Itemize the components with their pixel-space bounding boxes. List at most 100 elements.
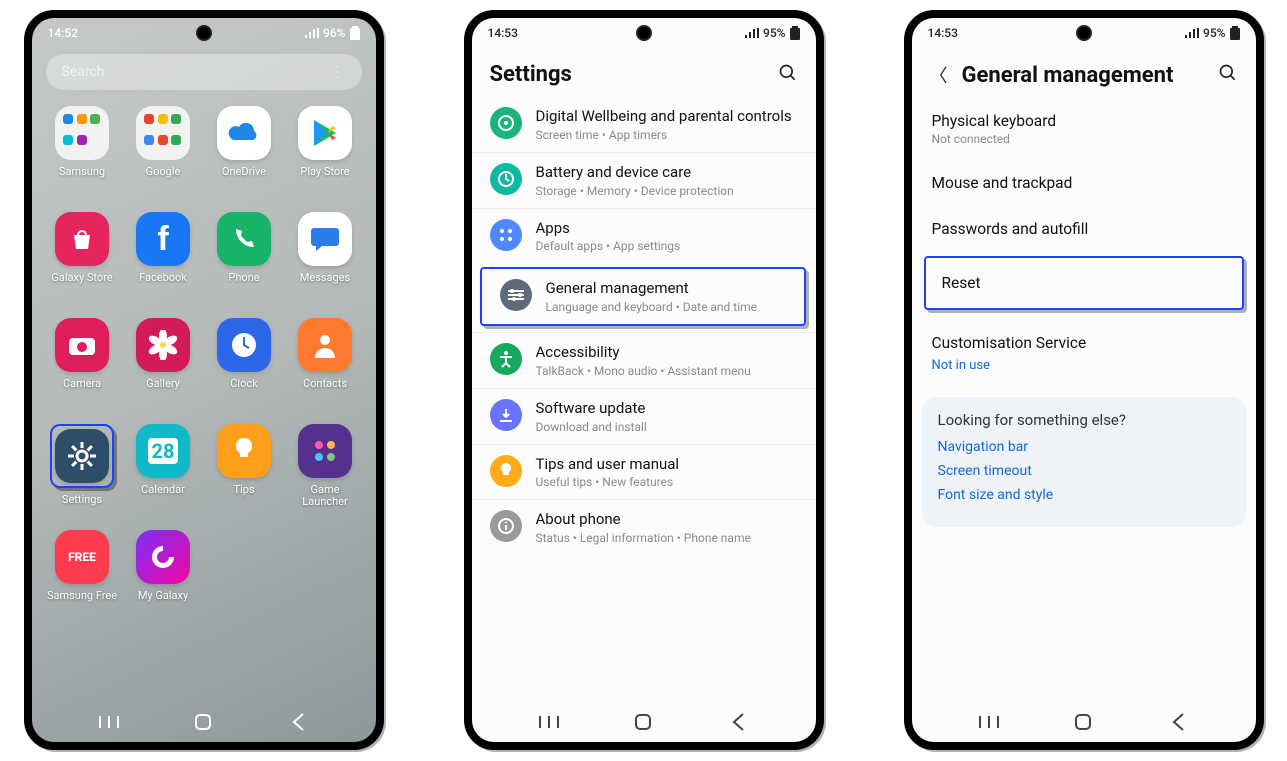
row-subtitle: Not connected: [932, 132, 1236, 146]
settings-list: Physical keyboard Not connected Mouse and …: [912, 98, 1256, 702]
row-subtitle: Status • Legal information • Phone name: [536, 531, 798, 545]
phone-general-management: 14:53 95% 〈 General management: [904, 10, 1264, 750]
row-title: Battery and device care: [536, 163, 798, 182]
status-battery: 95%: [763, 26, 785, 40]
search-icon[interactable]: [1218, 63, 1238, 87]
app-messages[interactable]: Messages: [287, 212, 364, 312]
search-icon[interactable]: [778, 63, 798, 87]
settings-row-apps[interactable]: AppsDefault apps • App settings: [472, 208, 816, 264]
settings-row-sliders[interactable]: General managementLanguage and keyboard …: [480, 267, 806, 326]
gm-row-physical-keyboard[interactable]: Physical keyboard Not connected: [912, 98, 1256, 160]
phone-settings: 14:53 95% Settings Digital Wellbeing: [464, 10, 824, 750]
app-label: Samsung: [59, 166, 105, 178]
settings-header: 〈 General management: [912, 48, 1256, 98]
status-time: 14:52: [48, 26, 78, 40]
app-game-launcher[interactable]: Game Launcher: [287, 424, 364, 524]
care-icon: [490, 163, 522, 195]
suggestion-link[interactable]: Navigation bar: [938, 439, 1230, 455]
battery-icon: [1230, 26, 1240, 40]
app-contacts[interactable]: Contacts: [287, 318, 364, 418]
settings-row-care[interactable]: Battery and device care Storage • Memory …: [472, 152, 816, 208]
battery-icon: [790, 26, 800, 40]
app-label: My Galaxy: [138, 590, 188, 602]
app-label: OneDrive: [222, 166, 266, 178]
row-subtitle: Language and keyboard • Date and time: [546, 300, 786, 314]
row-title: Software update: [536, 399, 798, 418]
row-title: Customisation Service: [932, 334, 1236, 352]
bulb-icon: [490, 455, 522, 487]
row-subtitle: Useful tips • New features: [536, 475, 798, 489]
home-button[interactable]: [1071, 710, 1095, 734]
gm-row-customisation-service[interactable]: Customisation ServiceNot in use: [912, 320, 1256, 387]
app-settings[interactable]: Settings: [44, 424, 121, 524]
row-subtitle: Default apps • App settings: [536, 239, 798, 253]
sliders-icon: [500, 279, 532, 311]
back-button[interactable]: [286, 710, 310, 734]
row-title: Accessibility: [536, 343, 798, 362]
back-button[interactable]: [726, 710, 750, 734]
more-icon[interactable]: ⋮: [331, 64, 346, 80]
app-label: Google: [146, 166, 181, 178]
app-my-galaxy[interactable]: My Galaxy: [125, 530, 202, 630]
app-gallery[interactable]: Gallery: [125, 318, 202, 418]
app-facebook[interactable]: fFacebook: [125, 212, 202, 312]
settings-row-bulb[interactable]: Tips and user manualUseful tips • New fe…: [472, 444, 816, 500]
app-google[interactable]: Google: [125, 106, 202, 206]
recents-button[interactable]: [977, 710, 1001, 734]
recents-button[interactable]: [97, 710, 121, 734]
app-label: Tips: [233, 484, 254, 496]
settings-row-info[interactable]: About phoneStatus • Legal information • …: [472, 499, 816, 555]
app-samsung[interactable]: Samsung: [44, 106, 121, 206]
page-title: Settings: [490, 62, 572, 87]
suggestions-card: Looking for something else?Navigation ba…: [922, 397, 1246, 527]
app-label: Play Store: [300, 166, 349, 178]
search-input[interactable]: Search ⋮: [46, 54, 362, 90]
gm-row-mouse-and-trackpad[interactable]: Mouse and trackpad: [912, 160, 1256, 206]
home-button[interactable]: [191, 710, 215, 734]
settings-row-wellbeing[interactable]: Digital Wellbeing and parental controlsS…: [472, 97, 816, 152]
gm-row-reset[interactable]: Reset: [924, 256, 1244, 310]
app-camera[interactable]: Camera: [44, 318, 121, 418]
app-clock[interactable]: Clock: [206, 318, 283, 418]
app-tips[interactable]: Tips: [206, 424, 283, 524]
back-icon[interactable]: 〈: [930, 62, 948, 88]
nav-bar: [32, 702, 376, 742]
app-label: Messages: [300, 272, 350, 284]
app-play-store[interactable]: Play Store: [287, 106, 364, 206]
home-button[interactable]: [631, 710, 655, 734]
row-subtitle: Download and install: [536, 420, 798, 434]
recents-button[interactable]: [537, 710, 561, 734]
app-samsung-free[interactable]: FREESamsung Free: [44, 530, 121, 630]
settings-row-a11y[interactable]: AccessibilityTalkBack • Mono audio • Ass…: [472, 332, 816, 388]
status-battery: 96%: [323, 26, 345, 40]
nav-bar: [912, 702, 1256, 742]
app-galaxy-store[interactable]: Galaxy Store: [44, 212, 121, 312]
row-title: Tips and user manual: [536, 455, 798, 474]
wellbeing-icon: [490, 107, 522, 139]
suggestion-link[interactable]: Font size and style: [938, 487, 1230, 503]
status-bar: 14:53 95%: [472, 18, 816, 48]
phone-home: 14:52 96% Search ⋮ Samsung Google OneDrive…: [24, 10, 384, 750]
row-title: Mouse and trackpad: [932, 174, 1236, 192]
settings-row-update[interactable]: Software update Download and install: [472, 388, 816, 444]
page-title: General management: [962, 63, 1174, 88]
app-label: Clock: [230, 378, 257, 390]
app-phone[interactable]: Phone: [206, 212, 283, 312]
suggestion-link[interactable]: Screen timeout: [938, 463, 1230, 479]
back-button[interactable]: [1166, 710, 1190, 734]
app-label: Facebook: [139, 272, 187, 284]
row-title: Passwords and autofill: [932, 220, 1236, 238]
status-time: 14:53: [928, 26, 958, 40]
gm-row-passwords-and-autofill[interactable]: Passwords and autofill: [912, 206, 1256, 252]
app-label: Phone: [228, 272, 259, 284]
row-title: Physical keyboard: [932, 112, 1236, 130]
row-subtitle: Storage • Memory • Device protection: [536, 184, 798, 198]
signal-icon: [745, 28, 759, 38]
app-label: Samsung Free: [47, 590, 117, 602]
app-onedrive[interactable]: OneDrive: [206, 106, 283, 206]
search-placeholder: Search: [62, 64, 105, 80]
app-calendar[interactable]: 28Calendar: [125, 424, 202, 524]
app-label: Camera: [63, 378, 101, 390]
status-bar: 14:53 95%: [912, 18, 1256, 48]
row-title: Apps: [536, 219, 798, 238]
